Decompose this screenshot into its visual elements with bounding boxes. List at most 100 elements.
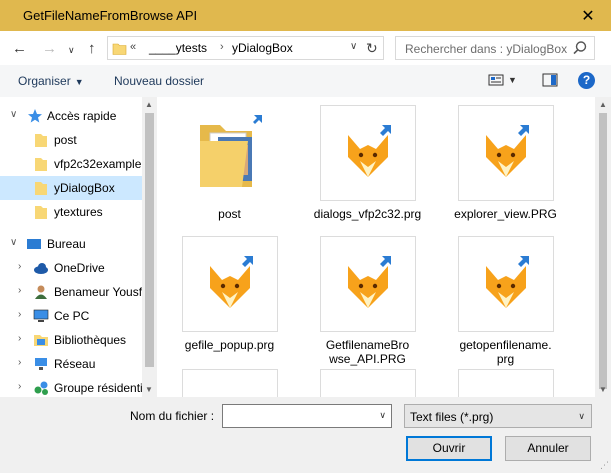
- sidebar-item-groupe[interactable]: › Groupe résidenti: [0, 376, 143, 397]
- file-thumbnail: [181, 369, 278, 397]
- fox-icon: [209, 256, 253, 308]
- scroll-up-icon[interactable]: ▲: [599, 100, 607, 109]
- up-arrow-icon[interactable]: ↑: [88, 40, 96, 57]
- cloud-icon: [34, 263, 48, 274]
- star-icon: [28, 109, 42, 123]
- filetype-select[interactable]: Text files (*.prg) ∨: [404, 404, 592, 428]
- file-item[interactable]: dialogs_vfp2c32.prg: [305, 105, 430, 221]
- file-item[interactable]: explorer_view.PRG: [443, 105, 568, 221]
- address-dropdown-icon[interactable]: ∨: [350, 41, 357, 52]
- sidebar-item-label: Benameur Yousf: [54, 285, 143, 299]
- sidebar-item-quick-access[interactable]: ∨ Accès rapide: [0, 104, 142, 128]
- refresh-icon[interactable]: ↻: [366, 40, 378, 57]
- file-item[interactable]: getopenfilename.prg: [443, 236, 568, 366]
- sidebar-item-ce-pc[interactable]: › Ce PC: [0, 304, 142, 328]
- scroll-thumb[interactable]: [145, 113, 154, 367]
- folder-pin-icon: [35, 206, 47, 219]
- filename-input[interactable]: ∨: [222, 404, 392, 428]
- scroll-up-icon[interactable]: ▲: [145, 100, 153, 109]
- file-name: post: [218, 207, 241, 221]
- expand-chevron-icon[interactable]: ∨: [10, 237, 17, 248]
- open-button[interactable]: Ouvrir: [406, 436, 492, 461]
- filename-dropdown-icon[interactable]: ∨: [379, 410, 386, 421]
- view-options-icon[interactable]: [488, 73, 504, 87]
- file-thumbnail: [319, 369, 416, 397]
- sidebar-item-ydialogbox[interactable]: yDialogBox: [0, 176, 142, 200]
- fox-icon: [485, 125, 529, 177]
- folder-pin-icon: [35, 182, 47, 195]
- file-thumbnail: [181, 105, 278, 201]
- recent-chevron-icon[interactable]: ∨: [68, 45, 75, 56]
- close-button[interactable]: ✕: [565, 0, 611, 31]
- folder-icon: [112, 43, 127, 55]
- scroll-thumb[interactable]: [599, 113, 607, 389]
- collapse-chevron-icon[interactable]: ›: [18, 333, 21, 344]
- chevron-down-icon[interactable]: ∨: [578, 411, 585, 422]
- breadcrumb-ytests[interactable]: ____ytests: [149, 41, 207, 55]
- file-name: dialogs_vfp2c32.prg: [313, 207, 422, 221]
- network-icon: [35, 358, 47, 370]
- file-list-scrollbar[interactable]: ▲ ▼: [595, 97, 611, 397]
- sidebar-item-label: yDialogBox: [54, 181, 115, 195]
- resize-grip-icon[interactable]: ⋰: [600, 460, 609, 471]
- file-item[interactable]: post: [167, 105, 292, 221]
- search-icon[interactable]: [572, 40, 588, 56]
- sidebar-item-label: post: [54, 133, 77, 147]
- folder-pin-icon: [35, 134, 47, 147]
- sidebar-scrollbar[interactable]: ▲ ▼: [142, 97, 157, 397]
- cancel-button[interactable]: Annuler: [505, 436, 591, 461]
- preview-pane-icon[interactable]: [542, 73, 558, 87]
- expand-chevron-icon[interactable]: ∨: [10, 109, 17, 120]
- sidebar-item-user[interactable]: › Benameur Yousf: [0, 280, 142, 304]
- forward-arrow-icon[interactable]: →: [42, 40, 57, 57]
- sidebar-item-bibliotheques[interactable]: › Bibliothèques: [0, 328, 142, 352]
- file-name: getopenfilename.prg: [459, 338, 552, 366]
- scroll-down-icon[interactable]: ▼: [599, 385, 607, 394]
- file-item-partial[interactable]: [305, 369, 430, 397]
- sidebar-item-reseau[interactable]: › Réseau: [0, 352, 142, 376]
- sidebar-item-post[interactable]: post: [0, 128, 142, 152]
- homegroup-icon: [34, 381, 48, 395]
- collapse-chevron-icon[interactable]: ›: [18, 357, 21, 368]
- file-item-partial[interactable]: [443, 369, 568, 397]
- desktop-icon: [27, 239, 41, 249]
- sidebar-item-label: Accès rapide: [47, 109, 117, 123]
- file-item[interactable]: GetfilenameBrowse_API.PRG: [305, 236, 430, 366]
- sidebar-item-label: Réseau: [54, 357, 96, 371]
- scroll-down-icon[interactable]: ▼: [145, 385, 153, 394]
- command-bar: Organiser ▼ Nouveau dossier ▼ ?: [0, 65, 611, 97]
- organize-label: Organiser: [18, 74, 71, 88]
- sidebar-item-label: OneDrive: [54, 261, 105, 275]
- organize-menu[interactable]: Organiser ▼: [18, 74, 84, 88]
- sidebar-item-label: ytextures: [54, 205, 103, 219]
- sidebar-item-onedrive[interactable]: › OneDrive: [0, 256, 142, 280]
- help-button[interactable]: ?: [578, 72, 595, 89]
- sidebar-item-label: Bibliothèques: [54, 333, 127, 347]
- sidebar-item-ytextures[interactable]: ytextures: [0, 200, 142, 224]
- file-item[interactable]: gefile_popup.prg: [167, 236, 292, 352]
- file-item-partial[interactable]: [167, 369, 292, 397]
- view-dropdown-icon[interactable]: ▼: [508, 75, 517, 85]
- breadcrumb-ydialogbox[interactable]: yDialogBox: [232, 41, 293, 55]
- file-name: gefile_popup.prg: [184, 338, 275, 352]
- collapse-chevron-icon[interactable]: ›: [18, 285, 21, 296]
- folder-icon: [199, 115, 262, 187]
- window-title: GetFileNameFromBrowse API: [23, 8, 198, 23]
- sidebar-item-bureau[interactable]: ∨ Bureau: [0, 232, 142, 256]
- file-name: GetfilenameBrowse_API.PRG: [325, 338, 410, 366]
- address-bar[interactable]: « ____ytests › yDialogBox ∨ ↻: [107, 36, 384, 60]
- file-thumbnail: [181, 236, 278, 332]
- collapse-chevron-icon[interactable]: ›: [18, 261, 21, 272]
- file-thumbnail: [457, 369, 554, 397]
- new-folder-button[interactable]: Nouveau dossier: [114, 74, 204, 88]
- back-arrow-icon[interactable]: ←: [12, 40, 27, 57]
- folder-pin-icon: [35, 158, 47, 171]
- collapse-chevron-icon[interactable]: ›: [18, 309, 21, 320]
- file-list: post dialogs_vfp2c32.prg explorer_view.P…: [157, 97, 595, 397]
- search-placeholder: Rechercher dans : yDialogBox: [405, 42, 568, 56]
- collapse-chevron-icon[interactable]: ›: [18, 381, 21, 392]
- address-overflow-icon[interactable]: «: [130, 41, 136, 53]
- sidebar-item-vfp2c32example[interactable]: vfp2c32example: [0, 152, 142, 176]
- file-thumbnail: [457, 236, 554, 332]
- search-box[interactable]: Rechercher dans : yDialogBox: [395, 36, 595, 60]
